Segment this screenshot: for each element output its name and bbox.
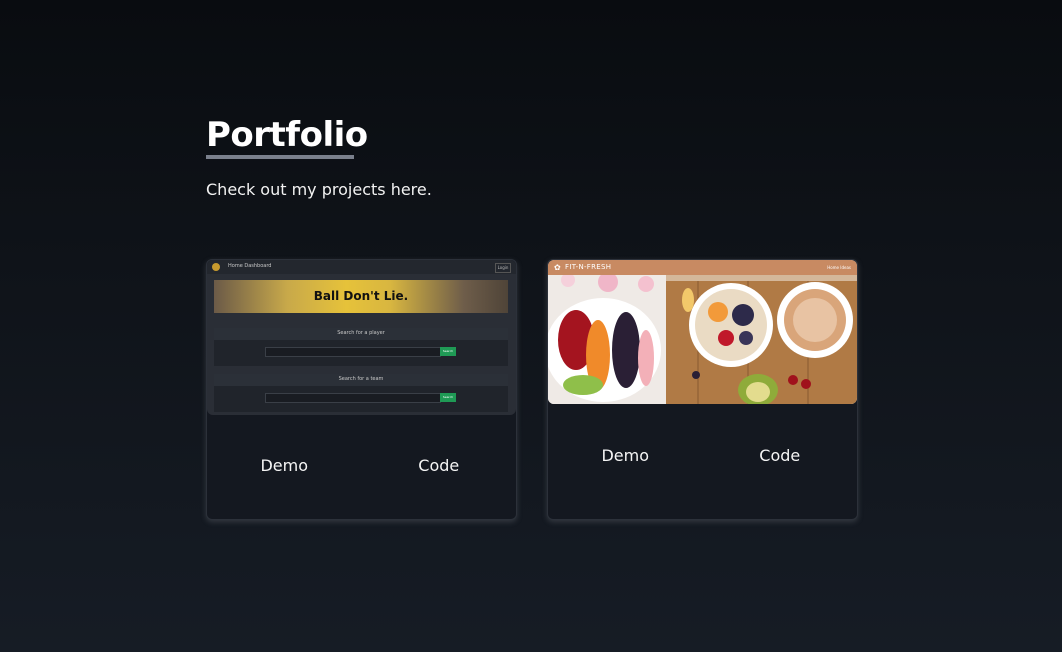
page-subtitle: Check out my projects here. — [206, 180, 432, 199]
thumbnail-navbar: Home Dashboard Login — [207, 260, 516, 274]
thumbnail-search-panel: Search for a player Search — [214, 328, 508, 366]
page-title: Portfolio — [206, 115, 368, 155]
thumbnail-search-panel: Search for a team Search — [214, 374, 508, 412]
title-underline — [206, 155, 354, 159]
thumbnail-search-button: Search — [440, 393, 456, 402]
food-bowls-illustration — [548, 272, 857, 404]
thumbnail-banner-text: Ball Don't Lie. — [313, 289, 409, 303]
card-links: Demo Code — [548, 446, 857, 466]
code-link[interactable]: Code — [703, 446, 858, 466]
thumbnail-search-button: Search — [440, 347, 456, 356]
thumbnail-panel-title: Search for a team — [338, 376, 384, 382]
thumbnail-nav-links: Home Ideas — [827, 265, 851, 270]
thumbnail-banner: Ball Don't Lie. — [214, 280, 508, 313]
thumbnail-nav-button: Login — [495, 263, 511, 273]
project-card: Home Dashboard Login Ball Don't Lie. Sea… — [206, 259, 517, 520]
thumbnail-search-input — [265, 347, 441, 357]
demo-link[interactable]: Demo — [548, 446, 703, 466]
demo-link[interactable]: Demo — [207, 456, 362, 476]
flower-logo-icon: ✿ — [554, 263, 561, 272]
project-thumbnail[interactable]: ✿ FIT-N-FRESH Home Ideas — [548, 260, 857, 404]
basketball-logo-icon — [212, 263, 220, 271]
thumbnail-nav-text: Home Dashboard — [228, 263, 272, 269]
card-links: Demo Code — [207, 456, 516, 476]
thumbnail-brand: FIT-N-FRESH — [565, 263, 612, 271]
code-link[interactable]: Code — [362, 456, 517, 476]
project-thumbnail[interactable]: Home Dashboard Login Ball Don't Lie. Sea… — [207, 260, 516, 415]
thumbnail-panel-title: Search for a player — [337, 330, 385, 336]
project-card: ✿ FIT-N-FRESH Home Ideas Demo Code — [547, 259, 858, 520]
thumbnail-search-input — [265, 393, 441, 403]
thumbnail-navbar: ✿ FIT-N-FRESH Home Ideas — [548, 260, 857, 275]
